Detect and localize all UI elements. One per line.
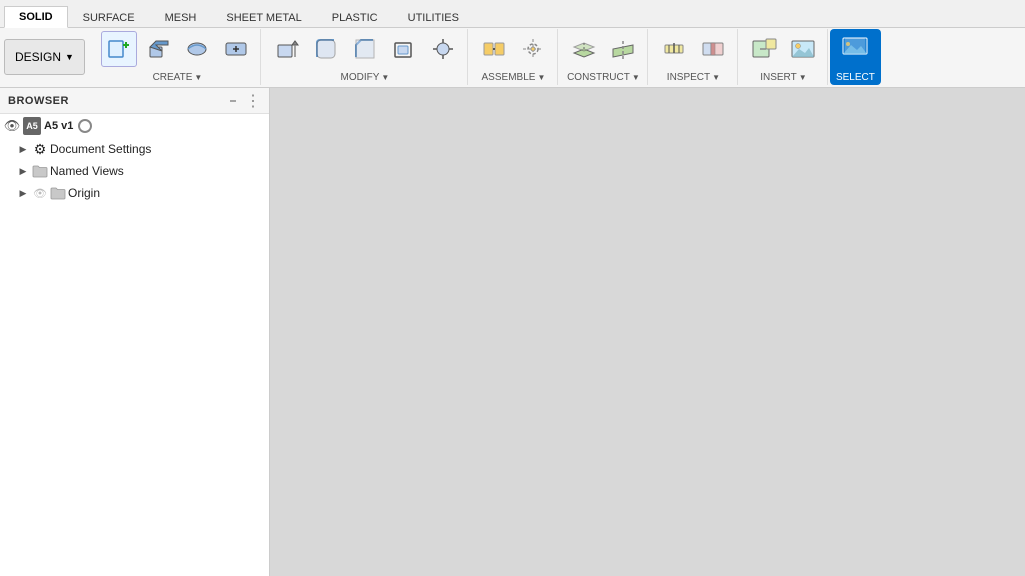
tree-item-doc-settings[interactable]: ▶ ⚙ Document Settings [0, 138, 269, 160]
record-button[interactable] [78, 119, 92, 133]
a5-badge: A5 [23, 117, 41, 135]
tree-item-root[interactable]: 👁 A5 A5 v1 [0, 114, 269, 138]
construct-icons [566, 31, 641, 67]
group-insert: INSERT ▼ [740, 29, 828, 85]
tab-row: SOLID SURFACE MESH SHEET METAL PLASTIC U… [0, 0, 1025, 28]
create-group-label[interactable]: CREATE ▼ [153, 72, 203, 83]
icon-row: DESIGN ▼ [0, 28, 1025, 86]
insert-group-label[interactable]: INSERT ▼ [760, 72, 806, 83]
tab-sheet-metal[interactable]: SHEET METAL [211, 7, 316, 28]
modify-icons [269, 31, 461, 67]
browser-controls: ⎯ ⋮ [225, 93, 261, 109]
fillet-icon[interactable] [308, 31, 344, 67]
inspect-dropdown-arrow: ▼ [712, 73, 720, 82]
assemble-icons [476, 31, 551, 67]
design-label: DESIGN [15, 50, 61, 64]
group-select: SELECT [830, 29, 881, 85]
create-dropdown-arrow: ▼ [194, 73, 202, 82]
chamfer-icon[interactable] [347, 31, 383, 67]
design-button[interactable]: DESIGN ▼ [4, 39, 85, 75]
named-views-label: Named Views [50, 164, 124, 178]
modify-group-label[interactable]: MODIFY ▼ [341, 72, 390, 83]
construct-group-label[interactable]: CONSTRUCT ▼ [567, 72, 640, 83]
insert-icons [746, 31, 821, 67]
main-area: BROWSER ⎯ ⋮ 👁 A5 A5 v1 ▶ ⚙ Document Sett… [0, 88, 1025, 576]
tab-solid[interactable]: SOLID [4, 6, 68, 28]
group-create: CREATE ▼ [95, 29, 261, 85]
group-modify: MODIFY ▼ [263, 29, 468, 85]
origin-folder-icon [50, 185, 66, 201]
measure-icon[interactable] [656, 31, 692, 67]
tab-plastic[interactable]: PLASTIC [317, 7, 393, 28]
doc-settings-label: Document Settings [50, 142, 151, 156]
browser-separator-drag[interactable]: ⋮ [245, 93, 261, 109]
group-inspect: INSPECT ▼ [650, 29, 738, 85]
origin-label: Origin [68, 186, 100, 200]
origin-visibility-icon[interactable]: 👁 [32, 185, 48, 201]
chevron-down-icon: ▼ [65, 52, 74, 62]
inspect-group-label[interactable]: INSPECT ▼ [667, 72, 720, 83]
insert-mesh-icon[interactable] [746, 31, 782, 67]
browser-header: BROWSER ⎯ ⋮ [0, 88, 269, 114]
plane-angle-icon[interactable] [605, 31, 641, 67]
browser-panel: BROWSER ⎯ ⋮ 👁 A5 A5 v1 ▶ ⚙ Document Sett… [0, 88, 270, 576]
select-group-label[interactable]: SELECT [836, 72, 875, 83]
gear-icon: ⚙ [32, 141, 48, 157]
interference-icon[interactable] [695, 31, 731, 67]
tree-item-origin[interactable]: ▶ 👁 Origin [0, 182, 269, 204]
select-icon[interactable] [837, 31, 873, 67]
tab-utilities[interactable]: UTILITIES [393, 7, 474, 28]
construct-dropdown-arrow: ▼ [632, 73, 640, 82]
press-pull-icon[interactable] [269, 31, 305, 67]
tab-mesh[interactable]: MESH [150, 7, 212, 28]
insert-image-icon[interactable] [785, 31, 821, 67]
shell-icon[interactable] [386, 31, 422, 67]
inspect-icons [656, 31, 731, 67]
offset-plane-icon[interactable] [566, 31, 602, 67]
canvas-area[interactable]: CONSTRUCT > [270, 88, 1025, 576]
tree-item-named-views[interactable]: ▶ Named Views [0, 160, 269, 182]
revolve-icon[interactable] [179, 31, 215, 67]
modify-dropdown-arrow: ▼ [381, 73, 389, 82]
expand-arrow-icon[interactable]: ▶ [16, 142, 30, 156]
folder-icon [32, 163, 48, 179]
joint-icon[interactable] [476, 31, 512, 67]
assemble-dropdown-arrow: ▼ [537, 73, 545, 82]
joint-origin-icon[interactable] [515, 31, 551, 67]
browser-collapse-btn[interactable]: ⎯ [225, 93, 241, 109]
tab-surface[interactable]: SURFACE [68, 7, 150, 28]
create-more-icon[interactable] [218, 31, 254, 67]
expand-arrow-icon-3[interactable]: ▶ [16, 186, 30, 200]
visibility-eye-icon[interactable]: 👁 [4, 118, 20, 134]
group-assemble: ASSEMBLE ▼ [470, 29, 558, 85]
insert-dropdown-arrow: ▼ [799, 73, 807, 82]
create-icons [101, 31, 254, 67]
extrude-icon[interactable] [140, 31, 176, 67]
assemble-group-label[interactable]: ASSEMBLE ▼ [482, 72, 546, 83]
root-label: A5 v1 [44, 120, 73, 132]
group-construct: CONSTRUCT ▼ [560, 29, 648, 85]
select-icons [837, 31, 873, 67]
expand-arrow-icon-2[interactable]: ▶ [16, 164, 30, 178]
browser-title: BROWSER [8, 95, 69, 107]
move-icon[interactable] [425, 31, 461, 67]
new-component-icon[interactable] [101, 31, 137, 67]
